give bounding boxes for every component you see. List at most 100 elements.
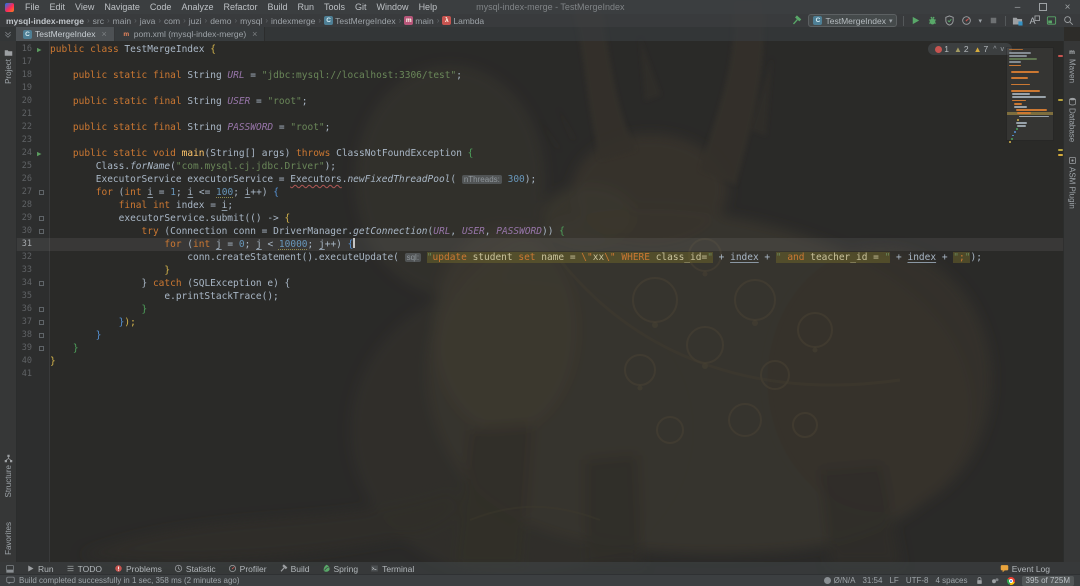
code-line-31[interactable]: 31 for (int j = 0; j < 10000; j++) { — [16, 238, 1064, 251]
code-line-21[interactable]: 21 — [16, 108, 1064, 121]
breadcrumb-item-mysql[interactable]: mysql — [240, 16, 262, 26]
tool-stripe-structure[interactable]: Structure — [4, 454, 13, 497]
maximize-button[interactable] — [1030, 0, 1055, 14]
code-line-34[interactable]: 34 } catch (SQLException e) { — [16, 277, 1064, 290]
breadcrumb-item-com[interactable]: com — [164, 16, 180, 26]
status-item--n-a[interactable]: Ø/N/A — [823, 576, 855, 585]
build-hammer-icon[interactable] — [791, 15, 802, 26]
code-line-29[interactable]: 29 executorService.submit(() -> { — [16, 212, 1064, 225]
menu-navigate[interactable]: Navigate — [99, 0, 145, 14]
code-line-28[interactable]: 28 final int index = i; — [16, 199, 1064, 212]
fold-marker-icon[interactable] — [39, 229, 44, 234]
code-line-36[interactable]: 36 } — [16, 303, 1064, 316]
tab-close-icon[interactable]: × — [252, 29, 257, 39]
minimize-button[interactable]: – — [1005, 0, 1030, 14]
menu-view[interactable]: View — [70, 0, 99, 14]
play-icon[interactable] — [910, 15, 921, 26]
code-line-41[interactable]: 41 — [16, 368, 1064, 381]
tool-window-button-problems[interactable]: Problems — [114, 564, 162, 574]
code-line-24[interactable]: 24 ▶ public static void main(String[] arg… — [16, 147, 1064, 160]
fold-marker-icon[interactable] — [39, 333, 44, 338]
fold-marker-icon[interactable] — [39, 320, 44, 325]
project-structure-icon[interactable] — [1012, 15, 1023, 26]
status-item[interactable] — [1006, 576, 1015, 585]
code-line-25[interactable]: 25 Class.forName("com.mysql.cj.jdbc.Driv… — [16, 160, 1064, 173]
menu-refactor[interactable]: Refactor — [218, 0, 262, 14]
code-line-39[interactable]: 39 } — [16, 342, 1064, 355]
editor-tab-pom.xml[interactable]: m pom.xml (mysql-index-merge) × — [114, 27, 266, 41]
prev-next-problem-icons[interactable]: ^ v — [993, 46, 1005, 53]
tool-stripe-maven[interactable]: m Maven — [1068, 48, 1077, 83]
tool-window-button-terminal[interactable]: Terminal — [370, 564, 414, 574]
code-line-35[interactable]: 35 e.printStackTrace(); — [16, 290, 1064, 303]
search-icon[interactable] — [1063, 15, 1074, 26]
run-gutter-icon[interactable]: ▶ — [37, 43, 42, 56]
code-line-16[interactable]: 16 ▶ public class TestMergeIndex { — [16, 43, 1064, 56]
code-line-22[interactable]: 22 public static final String PASSWORD =… — [16, 121, 1064, 134]
menu-analyze[interactable]: Analyze — [176, 0, 218, 14]
status-item[interactable] — [975, 576, 984, 585]
fold-marker-icon[interactable] — [39, 216, 44, 221]
code-line-30[interactable]: 30 try (Connection conn = DriverManager.… — [16, 225, 1064, 238]
code-line-37[interactable]: 37 }); — [16, 316, 1064, 329]
tool-stripe-favorites[interactable]: Favorites — [4, 511, 13, 555]
menu-build[interactable]: Build — [262, 0, 292, 14]
breadcrumb-item-demo[interactable]: demo — [210, 16, 231, 26]
run-configuration-select[interactable]: C TestMergeIndex ▾ — [808, 14, 898, 27]
close-button[interactable]: × — [1055, 0, 1080, 14]
tool-window-layout-icon[interactable] — [1046, 15, 1057, 26]
tab-options-icon[interactable] — [0, 27, 16, 41]
code-line-33[interactable]: 33 } — [16, 264, 1064, 277]
menu-run[interactable]: Run — [293, 0, 320, 14]
fold-marker-icon[interactable] — [39, 346, 44, 351]
tool-window-button-build[interactable]: Build — [279, 564, 310, 574]
tool-switcher-icon[interactable] — [6, 564, 14, 573]
fold-marker-icon[interactable] — [39, 281, 44, 286]
code-editor[interactable]: 16 ▶ public class TestMergeIndex {17 18 pub… — [16, 41, 1064, 562]
debug-icon[interactable] — [927, 15, 938, 26]
coverage-icon[interactable] — [944, 15, 955, 26]
code-line-17[interactable]: 17 — [16, 56, 1064, 69]
stop-icon[interactable] — [988, 15, 999, 26]
chevron-down-icon[interactable]: ▾ — [978, 17, 982, 25]
notification-balloon-icon[interactable] — [6, 576, 15, 585]
status-item-lf[interactable]: LF — [889, 576, 898, 585]
translate-icon[interactable]: A — [1029, 15, 1040, 26]
menu-code[interactable]: Code — [145, 0, 177, 14]
code-line-18[interactable]: 18 public static final String URL = "jdb… — [16, 69, 1064, 82]
code-line-32[interactable]: 32 conn.createStatement().executeUpdate(… — [16, 251, 1064, 264]
breadcrumb-item-src[interactable]: src — [93, 16, 104, 26]
menu-file[interactable]: File — [20, 0, 45, 14]
code-line-40[interactable]: 40} — [16, 355, 1064, 368]
status-item-4-spaces[interactable]: 4 spaces — [935, 576, 967, 585]
breadcrumb-item-indexmerge[interactable]: indexmerge — [271, 16, 315, 26]
tool-stripe-asm-plugin[interactable]: ASM Plugin — [1068, 156, 1077, 209]
status-item-utf-8[interactable]: UTF-8 — [906, 576, 929, 585]
tool-window-button-spring[interactable]: Spring — [322, 564, 358, 574]
tool-stripe-database[interactable]: Database — [1068, 97, 1077, 142]
code-minimap[interactable] — [1006, 47, 1054, 143]
breadcrumb-item-main[interactable]: m main — [404, 16, 434, 26]
menu-window[interactable]: Window — [372, 0, 414, 14]
profiler-icon[interactable] — [961, 15, 972, 26]
fold-marker-icon[interactable] — [39, 307, 44, 312]
breadcrumb-item-main[interactable]: main — [113, 16, 131, 26]
code-line-20[interactable]: 20 public static final String USER = "ro… — [16, 95, 1064, 108]
code-line-19[interactable]: 19 — [16, 82, 1064, 95]
breadcrumb-item-testmergeindex[interactable]: C TestMergeIndex — [324, 16, 396, 26]
memory-indicator[interactable]: 395 of 725M — [1021, 575, 1074, 586]
breadcrumb-item-lambda[interactable]: λ Lambda — [442, 16, 484, 26]
tool-window-button-statistic[interactable]: Statistic — [174, 564, 216, 574]
breadcrumb-item-mysql-index-merge[interactable]: mysql-index-merge — [6, 16, 84, 26]
tab-close-icon[interactable]: × — [101, 29, 106, 39]
tool-window-button-todo[interactable]: TODO — [66, 564, 102, 574]
run-gutter-icon[interactable]: ▶ — [37, 147, 42, 160]
status-message[interactable]: Build completed successfully in 1 sec, 3… — [19, 576, 240, 585]
menu-edit[interactable]: Edit — [45, 0, 71, 14]
breadcrumb-item-juzi[interactable]: juzi — [189, 16, 202, 26]
code-line-26[interactable]: 26 ExecutorService executorService = Exe… — [16, 173, 1064, 186]
inspections-widget[interactable]: 1 ▲ 2 ▲ 7 ^ v — [928, 43, 1012, 55]
tool-window-button-profiler[interactable]: Profiler — [228, 564, 267, 574]
tool-window-button-run[interactable]: Run — [26, 564, 54, 574]
code-line-23[interactable]: 23 — [16, 134, 1064, 147]
